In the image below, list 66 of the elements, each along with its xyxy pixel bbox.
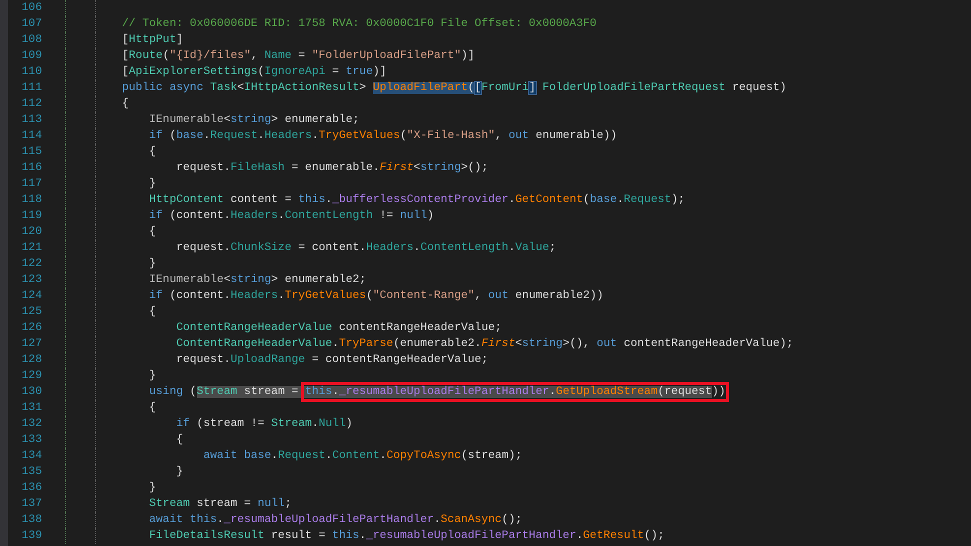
line-number: 130	[20, 385, 42, 400]
code-line: {	[175, 432, 184, 448]
line-number: 131	[20, 401, 42, 416]
line-number: 118	[20, 193, 42, 208]
line-number: 114	[20, 129, 42, 144]
code-line: {	[122, 96, 129, 112]
code-line: IEnumerable<string> enumerable2;	[148, 272, 366, 288]
code-line: if (base.Request.Headers.TryGetValues("X-File-Hash", out enumerable))	[148, 128, 617, 144]
line-number: 111	[20, 81, 42, 96]
line-number: 112	[20, 97, 42, 112]
line-number: 135	[20, 465, 42, 480]
line-number: 106	[20, 1, 42, 16]
code-line: if (content.Headers.TryGetValues("Content-Range", out enumerable2))	[148, 288, 604, 304]
code-line: {	[148, 304, 156, 320]
code-line: request.ChunkSize = content.Headers.ContentLength.Value;	[175, 240, 556, 256]
code-line: HttpContent content = this._bufferlessContentProvider.GetContent(base.Request);	[148, 192, 685, 208]
code-line: [HttpPut]	[122, 32, 184, 48]
code-line: [ApiExplorerSettings(IgnoreApi = true)]	[122, 64, 386, 80]
code-line: {	[148, 400, 156, 416]
line-number: 110	[20, 65, 42, 80]
line-number: 134	[20, 449, 42, 464]
code-line: }	[148, 256, 156, 272]
code-line: request.UploadRange = contentRangeHeaderValue;	[175, 352, 488, 368]
line-number: 138	[20, 513, 42, 528]
code-line: {	[148, 224, 156, 240]
line-number: 127	[20, 337, 42, 352]
line-number: 117	[20, 177, 42, 192]
line-number: 136	[20, 481, 42, 496]
code-line: }	[148, 176, 156, 192]
line-number: 122	[20, 257, 42, 272]
code-line: if (stream != Stream.Null)	[175, 416, 353, 432]
line-number: 115	[20, 145, 42, 160]
code-line: {	[148, 144, 156, 160]
line-number: 121	[20, 241, 42, 256]
line-number: 116	[20, 161, 42, 176]
line-number: 129	[20, 369, 42, 384]
code-line: ContentRangeHeaderValue contentRangeHeaderValue;	[175, 320, 502, 336]
line-number: 119	[20, 209, 42, 224]
line-number: 128	[20, 353, 42, 368]
code-line: // Token: 0x060006DE RID: 1758 RVA: 0x0000C1F0 File Offset: 0x0000A3F0	[122, 16, 597, 32]
line-number: 113	[20, 113, 42, 128]
code-line: await this._resumableUploadFilePartHandler.ScanAsync();	[148, 512, 522, 528]
line-number: 108	[20, 33, 42, 48]
code-line: FileDetailsResult result = this._resumableUploadFilePartHandler.GetResult();	[148, 528, 664, 544]
line-number: 137	[20, 497, 42, 512]
code-line: request.FileHash = enumerable.First<string>();	[175, 160, 488, 176]
line-number: 132	[20, 417, 42, 432]
line-number: 107	[20, 17, 42, 32]
code-line: }	[175, 464, 184, 480]
line-number: 123	[20, 273, 42, 288]
code-line: IEnumerable<string> enumerable;	[148, 112, 360, 128]
line-number: 120	[20, 225, 42, 240]
line-number: 139	[20, 529, 42, 544]
code-line: ContentRangeHeaderValue.TryParse(enumerable2.First<string>(), out contentRangeHeaderValue);	[175, 336, 794, 352]
line-number: 125	[20, 305, 42, 320]
code-line: await base.Request.Content.CopyToAsync(stream);	[202, 448, 522, 464]
code-line: }	[148, 368, 156, 384]
code-line: if (content.Headers.ContentLength != null)	[148, 208, 434, 224]
code-line: [Route("{Id}/files", Name = "FolderUploadFilePart")]	[122, 48, 475, 64]
line-number: 109	[20, 49, 42, 64]
code-line: Stream stream = null;	[148, 496, 292, 512]
line-number: 124	[20, 289, 42, 304]
code-line: }	[148, 480, 156, 496]
line-number: 126	[20, 321, 42, 336]
line-number: 133	[20, 433, 42, 448]
code-line: public async Task<IHttpActionResult> UploadFilePart([FromUri] FolderUploadFilePartRequest request)	[122, 80, 786, 96]
